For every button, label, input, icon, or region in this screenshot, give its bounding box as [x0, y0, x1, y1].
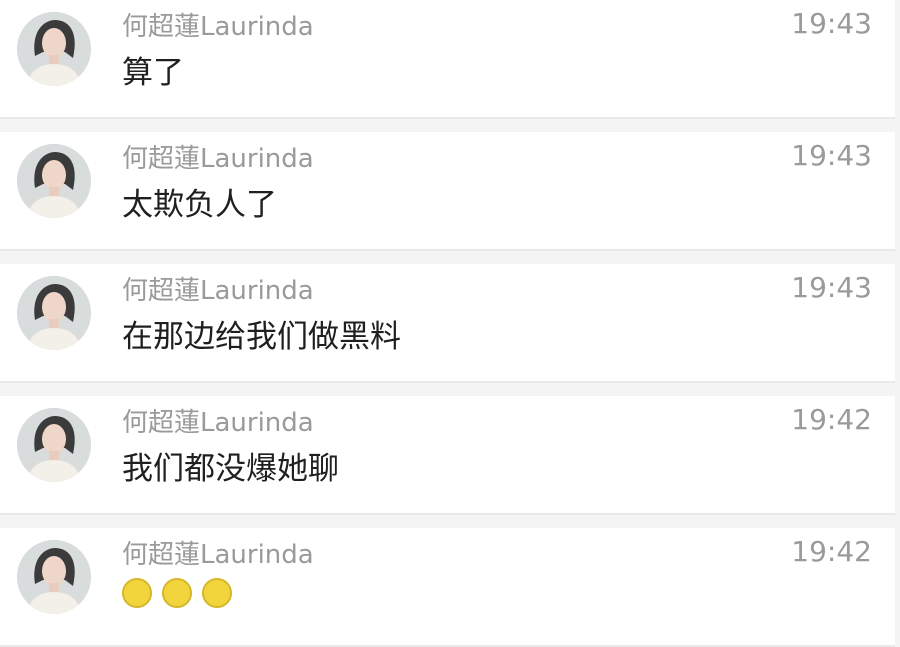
message-row[interactable]: 何超蓮Laurinda 19:43 算了 — [0, 0, 895, 119]
message-list: 何超蓮Laurinda 19:43 算了 何超蓮Laurinda 19:43 太… — [0, 0, 900, 647]
avatar[interactable] — [17, 144, 91, 218]
profile-photo-icon — [17, 144, 91, 218]
message-row[interactable]: 何超蓮Laurinda 19:42 我们都没爆她聊 — [0, 396, 895, 515]
profile-photo-icon — [17, 276, 91, 350]
message-time: 19:43 — [791, 271, 872, 304]
emoji-icon — [202, 578, 232, 608]
message-time: 19:43 — [791, 7, 872, 40]
message-text: 我们都没爆她聊 — [122, 451, 339, 487]
profile-photo-icon — [17, 540, 91, 614]
message-row[interactable]: 何超蓮Laurinda 19:43 太欺负人了 — [0, 132, 895, 251]
message-text: 算了 — [122, 55, 184, 91]
emoji-message — [122, 578, 232, 608]
message-row[interactable]: 何超蓮Laurinda 19:42 — [0, 528, 895, 647]
avatar[interactable] — [17, 12, 91, 86]
sender-name: 何超蓮Laurinda — [122, 12, 314, 42]
sender-name: 何超蓮Laurinda — [122, 144, 314, 174]
message-row[interactable]: 何超蓮Laurinda 19:43 在那边给我们做黑料 — [0, 264, 895, 383]
message-time: 19:43 — [791, 139, 872, 172]
emoji-icon — [122, 578, 152, 608]
profile-photo-icon — [17, 408, 91, 482]
message-text: 太欺负人了 — [122, 187, 277, 223]
message-text: 在那边给我们做黑料 — [122, 319, 401, 355]
sender-name: 何超蓮Laurinda — [122, 540, 314, 570]
avatar[interactable] — [17, 276, 91, 350]
message-time: 19:42 — [791, 403, 872, 436]
sender-name: 何超蓮Laurinda — [122, 408, 314, 438]
sender-name: 何超蓮Laurinda — [122, 276, 314, 306]
avatar[interactable] — [17, 408, 91, 482]
message-time: 19:42 — [791, 535, 872, 568]
avatar[interactable] — [17, 540, 91, 614]
emoji-icon — [162, 578, 192, 608]
profile-photo-icon — [17, 12, 91, 86]
